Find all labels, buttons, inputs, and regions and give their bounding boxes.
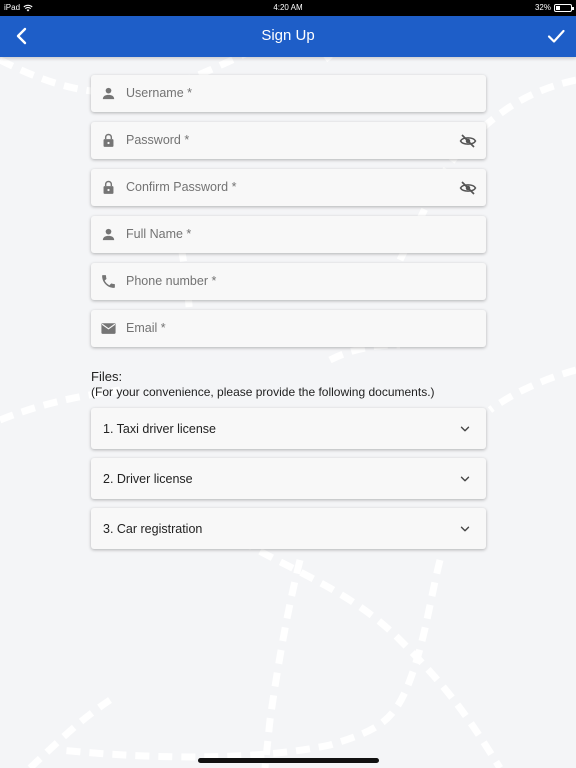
status-right: 32% (534, 3, 574, 12)
confirm-password-field[interactable]: Confirm Password * (91, 169, 486, 206)
battery-percent: 32% (534, 3, 551, 12)
files-section: Files: (For your convenience, please pro… (91, 369, 486, 399)
confirm-password-placeholder: Confirm Password * (126, 180, 237, 194)
signup-form: Username * Password * Confirm Password * (91, 75, 486, 357)
full-name-placeholder: Full Name * (126, 227, 192, 241)
document-label: 3. Car registration (103, 522, 203, 536)
password-field[interactable]: Password * (91, 122, 486, 159)
visibility-off-icon[interactable] (459, 132, 477, 150)
mail-icon (101, 323, 116, 334)
app-bar: Sign Up (0, 16, 576, 57)
status-bar: iPad 4:20 AM 32% (0, 0, 576, 16)
document-list: 1. Taxi driver license 2. Driver license… (91, 408, 486, 558)
chevron-down-icon (460, 526, 470, 532)
files-subtitle: (For your convenience, please provide th… (91, 385, 435, 399)
email-placeholder: Email * (126, 321, 166, 335)
files-heading: Files: (91, 369, 123, 384)
password-placeholder: Password * (126, 133, 190, 147)
document-item-driver-license[interactable]: 2. Driver license (91, 458, 486, 499)
battery-icon (554, 3, 574, 12)
lock-icon (103, 180, 114, 194)
document-label: 1. Taxi driver license (103, 422, 217, 436)
visibility-off-icon[interactable] (459, 179, 477, 197)
person-icon (102, 87, 115, 100)
full-name-field[interactable]: Full Name * (91, 216, 486, 253)
chevron-down-icon (460, 426, 470, 432)
username-placeholder: Username * (126, 86, 192, 100)
chevron-down-icon (460, 476, 470, 482)
home-indicator (198, 758, 379, 763)
check-icon[interactable] (544, 24, 568, 48)
document-label: 2. Driver license (103, 472, 193, 486)
lock-icon (103, 133, 114, 147)
person-icon (102, 228, 115, 241)
phone-icon (102, 275, 115, 288)
document-item-taxi-driver-license[interactable]: 1. Taxi driver license (91, 408, 486, 449)
phone-number-placeholder: Phone number * (126, 274, 217, 288)
username-field[interactable]: Username * (91, 75, 486, 112)
email-field[interactable]: Email * (91, 310, 486, 347)
status-time: 4:20 AM (273, 3, 303, 12)
document-item-car-registration[interactable]: 3. Car registration (91, 508, 486, 549)
page-title: Sign Up (261, 27, 315, 44)
phone-number-field[interactable]: Phone number * (91, 263, 486, 300)
